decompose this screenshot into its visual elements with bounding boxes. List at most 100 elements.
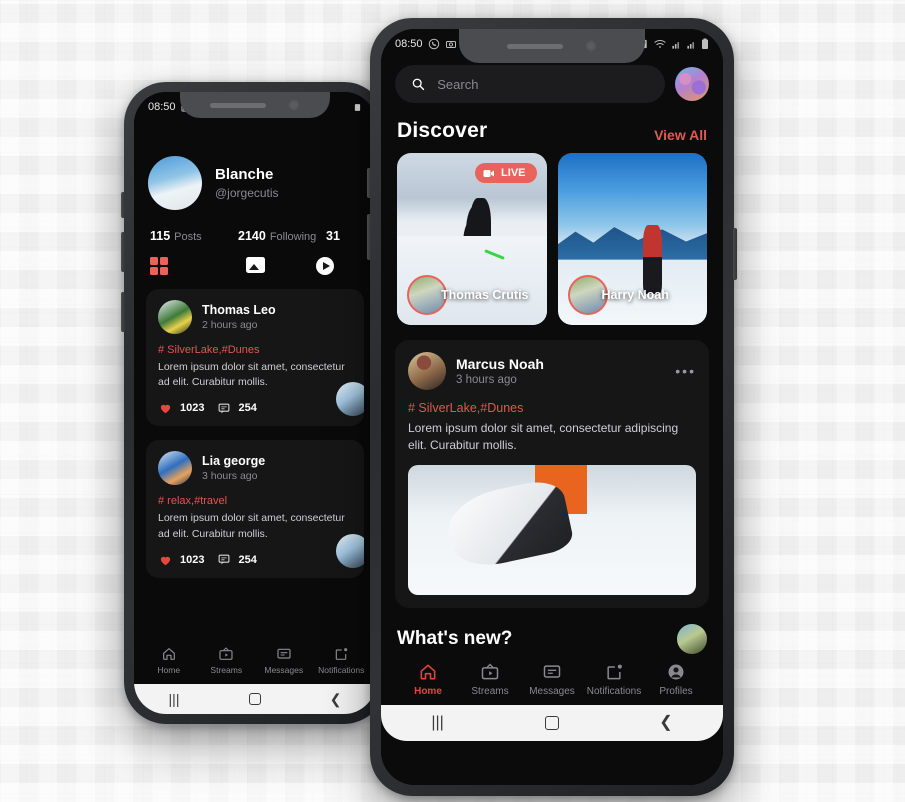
whatsapp-icon — [428, 38, 439, 50]
nav-item-notifications[interactable]: Notifications — [583, 662, 645, 697]
recents-icon[interactable]: ||| — [169, 692, 180, 706]
right-phone-notch — [459, 29, 645, 63]
post-text: Lorem ipsum dolor sit amet, consectetur … — [408, 421, 679, 453]
post-text: Lorem ipsum dolor sit amet, consectetur … — [158, 512, 345, 540]
stat-followers: 31 — [326, 229, 360, 243]
chat-icon — [277, 648, 291, 659]
left-phone-notch — [180, 92, 330, 118]
more-options-icon[interactable]: ••• — [675, 363, 696, 379]
discover-card[interactable]: Harry Noah — [557, 153, 707, 325]
nav-item-notifications[interactable]: Notifications — [313, 646, 371, 675]
nav-item-home[interactable]: Home — [397, 662, 459, 697]
left-phone-volume-down-button[interactable] — [121, 232, 125, 272]
nav-item-messages[interactable]: Messages — [255, 646, 313, 675]
profile-stats: 115 Posts 2140 Following 31 — [134, 210, 376, 243]
nav-item-streams[interactable]: Streams — [198, 646, 256, 675]
earpiece-speaker — [507, 43, 563, 49]
stat-posts-label: Posts — [174, 231, 202, 243]
status-badge: LIVE — [475, 163, 537, 183]
whats-new-section: What's new? — [381, 608, 723, 660]
search-icon — [412, 78, 425, 91]
comment-count: 254 — [238, 553, 257, 566]
nav-item-messages[interactable]: Messages — [521, 662, 583, 697]
post-time: 3 hours ago — [456, 374, 517, 386]
right-phone-volume-down-button[interactable] — [367, 214, 371, 260]
comment-icon[interactable] — [217, 402, 231, 415]
whats-new-title: What's new? — [397, 628, 513, 650]
home-circle-icon[interactable] — [248, 693, 261, 705]
live-label: LIVE — [501, 167, 526, 179]
nav-item-profiles[interactable]: Profiles — [645, 662, 707, 697]
stat-followers-value: 31 — [326, 229, 340, 243]
post-actions: 1023 254 — [158, 401, 352, 415]
stat-following: 2140 Following — [238, 229, 326, 243]
right-android-system-bar: ||| ❮ — [381, 705, 723, 742]
back-icon[interactable]: ❮ — [659, 715, 672, 731]
post-tags[interactable]: # SilverLake,#Dunes — [408, 401, 696, 415]
nav-label: Profiles — [659, 686, 693, 698]
post-header: Lia george 3 hours ago — [158, 451, 352, 486]
left-phone-content: 08:50 Blanche @jorgecutis 115 Posts 2140… — [134, 92, 376, 714]
nav-item-streams[interactable]: Streams — [459, 662, 521, 697]
post-thumbnail[interactable] — [336, 533, 364, 568]
profile-tab-photos[interactable] — [220, 257, 290, 275]
tv-icon — [219, 647, 233, 660]
signal-icon — [687, 41, 695, 49]
right-phone-volume-up-button[interactable] — [367, 168, 371, 198]
post-header: Thomas Leo 2 hours ago — [158, 300, 352, 334]
nav-label: Messages — [264, 665, 304, 675]
avatar[interactable] — [677, 624, 707, 655]
heart-icon[interactable] — [158, 553, 173, 567]
image-icon — [245, 257, 265, 273]
post-image[interactable] — [408, 465, 696, 596]
nav-label: Streams — [210, 665, 243, 675]
like-count: 1023 — [180, 553, 205, 566]
search-input[interactable] — [437, 76, 649, 92]
recents-icon[interactable]: ||| — [431, 715, 443, 731]
post-header: Marcus Noah 3 hours ago ••• — [408, 352, 696, 390]
comment-count: 254 — [238, 402, 257, 415]
home-circle-icon[interactable] — [544, 716, 559, 731]
avatar[interactable] — [675, 67, 709, 101]
left-phone-mockup: 08:50 Blanche @jorgecutis 115 Posts 2140… — [121, 82, 389, 724]
discover-cards: LIVE Thomas Crutis Harry Noah — [381, 153, 723, 325]
heart-icon[interactable] — [158, 401, 173, 415]
left-phone-power-button[interactable] — [121, 292, 125, 332]
earpiece-speaker — [210, 102, 266, 108]
battery-icon — [702, 38, 708, 49]
right-bottom-nav: Home Streams Messages Notifications Prof… — [381, 660, 723, 706]
nav-item-home[interactable]: Home — [140, 646, 198, 675]
avatar[interactable] — [158, 300, 192, 334]
bell-square-icon — [335, 648, 348, 660]
home-icon — [162, 648, 175, 660]
post-tags[interactable]: # SilverLake,#Dunes — [158, 344, 352, 356]
tv-icon — [481, 663, 499, 680]
stat-posts-value: 115 — [150, 229, 171, 243]
search-bar[interactable] — [395, 65, 665, 103]
front-camera — [288, 99, 300, 111]
right-phone-power-button[interactable] — [733, 228, 737, 280]
back-icon[interactable]: ❮ — [330, 692, 342, 706]
feed-post-card[interactable]: Marcus Noah 3 hours ago ••• # SilverLake… — [395, 340, 709, 609]
video-camera-icon — [483, 169, 495, 177]
left-phone-volume-up-button[interactable] — [121, 192, 125, 218]
list-item[interactable]: Thomas Leo 2 hours ago # SilverLake,#Dun… — [146, 289, 364, 427]
play-icon — [316, 257, 334, 275]
avatar[interactable] — [158, 451, 192, 486]
chat-icon — [543, 665, 561, 678]
view-all-link[interactable]: View All — [654, 127, 707, 143]
comment-icon[interactable] — [217, 553, 231, 566]
left-android-system-bar: ||| ❮ — [134, 684, 376, 714]
post-author: Lia george — [202, 454, 266, 469]
discover-card[interactable]: LIVE Thomas Crutis — [397, 153, 547, 325]
post-text: Lorem ipsum dolor sit amet, consectetur … — [158, 361, 345, 389]
post-tags[interactable]: # relax,#travel — [158, 495, 352, 507]
discover-card-name: Thomas Crutis — [441, 288, 529, 302]
home-icon — [420, 664, 436, 680]
post-time: 2 hours ago — [202, 319, 258, 331]
profile-avatar[interactable] — [148, 156, 202, 210]
list-item[interactable]: Lia george 3 hours ago # relax,#travel L… — [146, 440, 364, 578]
profile-tab-grid[interactable] — [150, 257, 220, 275]
profile-tab-videos[interactable] — [290, 257, 360, 275]
avatar[interactable] — [408, 352, 446, 390]
